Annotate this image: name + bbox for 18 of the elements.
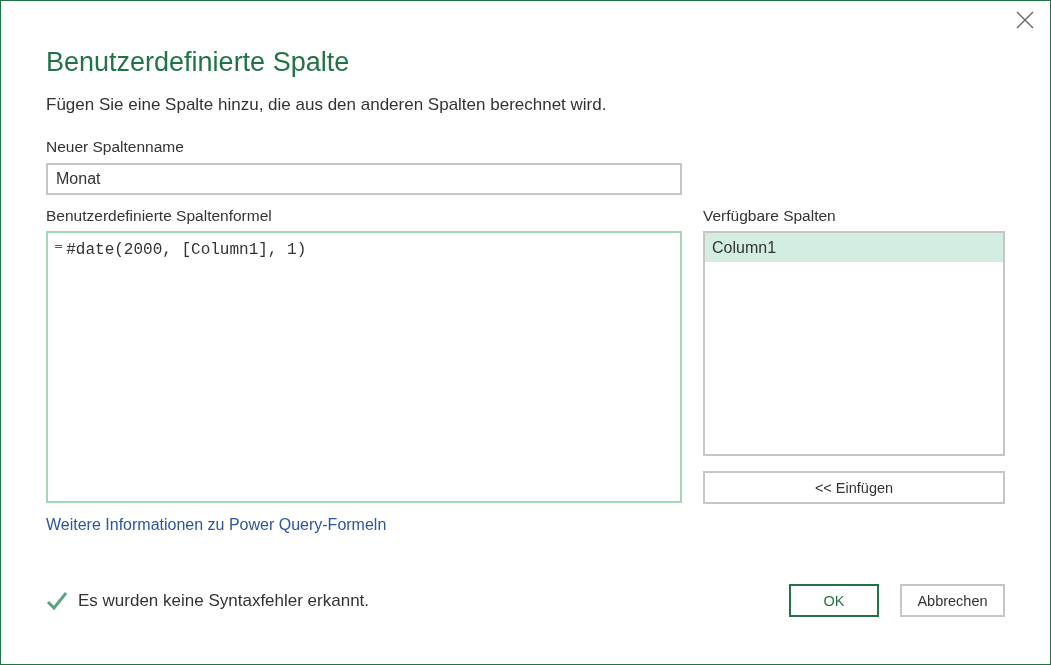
close-icon (1016, 11, 1034, 29)
column-list-item[interactable]: Column1 (705, 233, 1003, 262)
close-button[interactable] (1014, 9, 1036, 31)
insert-button[interactable]: << Einfügen (703, 471, 1005, 504)
formula-text: #date(2000, [Column1], 1) (66, 240, 307, 260)
checkmark-icon (46, 590, 68, 611)
field-label: Verfügbare Spalten (703, 206, 837, 226)
cancel-button[interactable]: Abbrechen (900, 584, 1005, 617)
ok-button[interactable]: OK (789, 584, 879, 617)
dialog-description: Fügen Sie eine Spalte hinzu, die aus den anderen Spalten berechnet wird. (46, 94, 608, 116)
field-label: Neuer Spaltenname (46, 137, 185, 157)
column-name-field[interactable]: Monat (46, 163, 682, 195)
field-label: Benutzerdefinierte Spaltenformel (46, 206, 273, 226)
dialog-title: Benutzerdefinierte Spalte (46, 46, 351, 79)
equals-sign: = (54, 240, 64, 254)
help-link[interactable]: Weitere Informationen zu Power Query-Formeln (46, 516, 387, 534)
status-message: Es wurden keine Syntaxfehler erkannt. (78, 590, 370, 611)
formula-field[interactable]: = #date(2000, [Column1], 1) (46, 231, 682, 503)
